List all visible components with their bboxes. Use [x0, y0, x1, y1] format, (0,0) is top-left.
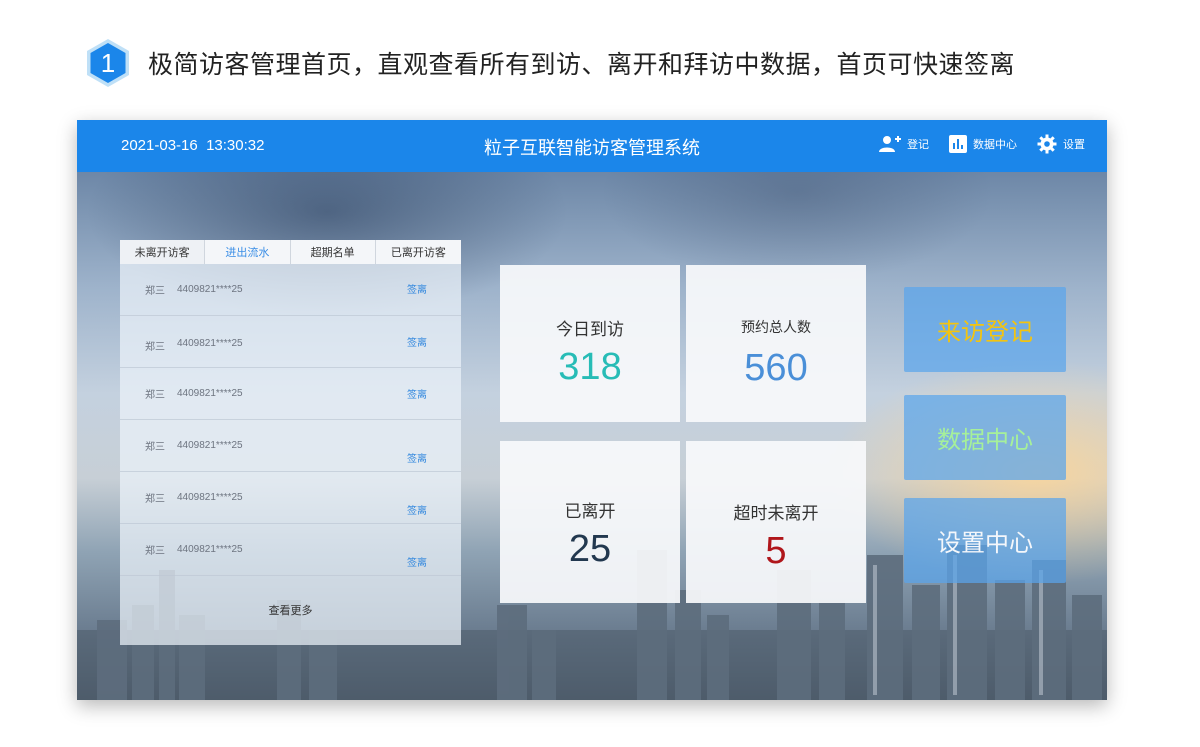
register-action-label: 登记: [907, 138, 929, 151]
stat-card-departed: 已离开 25: [500, 441, 680, 603]
data-center-button[interactable]: 数据中心: [904, 395, 1066, 480]
sign-out-button[interactable]: 签离: [407, 502, 427, 517]
register-action[interactable]: 登记: [879, 135, 929, 153]
stat-value: 318: [558, 346, 622, 388]
app-window: 2021-03-16 13:30:32 粒子互联智能访客管理系统 登记 数据中心…: [77, 120, 1107, 700]
visitor-id: 4409821****25: [177, 388, 243, 399]
bar-chart-icon: [949, 135, 967, 153]
step-badge: 1: [82, 37, 134, 89]
visitor-register-button[interactable]: 来访登记: [904, 287, 1066, 372]
caption: 1 极简访客管理首页，直观查看所有到访、离开和拜访中数据，首页可快速签离: [82, 35, 1015, 91]
stat-card-overtime: 超时未离开 5: [686, 441, 866, 603]
visitor-name: 郑三: [145, 546, 165, 557]
sign-out-button[interactable]: 签离: [407, 450, 427, 465]
caption-text: 极简访客管理首页，直观查看所有到访、离开和拜访中数据，首页可快速签离: [148, 50, 1016, 79]
stat-value: 5: [765, 530, 787, 572]
tab-entry-exit-log[interactable]: 进出流水: [205, 240, 291, 264]
list-item: 郑三 4409821****25 签离: [120, 524, 461, 576]
visitor-list-panel: 未离开访客 进出流水 超期名单 已离开访客 郑三 4409821****25 签…: [120, 240, 461, 645]
gear-icon: [1037, 134, 1057, 154]
stat-value: 25: [568, 528, 612, 570]
sign-out-button[interactable]: 签离: [407, 386, 427, 401]
data-center-action-label: 数据中心: [973, 138, 1017, 151]
visitor-id: 4409821****25: [177, 440, 243, 451]
stat-label: 预约总人数: [741, 320, 811, 336]
tab-overdue-list[interactable]: 超期名单: [290, 240, 376, 264]
data-center-action[interactable]: 数据中心: [949, 135, 1017, 153]
stat-label: 已离开: [564, 502, 616, 522]
visitor-name: 郑三: [145, 442, 165, 453]
sign-out-button[interactable]: 签离: [407, 281, 427, 296]
stat-label: 超时未离开: [733, 504, 819, 524]
header-actions: 登记 数据中心 设置: [859, 134, 1085, 154]
step-number: 1: [100, 47, 116, 78]
visitor-id: 4409821****25: [177, 338, 243, 349]
add-user-icon: [879, 136, 901, 152]
background-scene: 未离开访客 进出流水 超期名单 已离开访客 郑三 4409821****25 签…: [77, 172, 1107, 700]
settings-center-button[interactable]: 设置中心: [904, 498, 1066, 583]
stat-value: 560: [744, 347, 808, 389]
visitor-name: 郑三: [145, 494, 165, 505]
stat-card-today-visits: 今日到访 318: [500, 265, 680, 422]
list-item: 郑三 4409821****25 签离: [120, 264, 461, 316]
view-more-link[interactable]: 查看更多: [120, 602, 461, 618]
settings-action[interactable]: 设置: [1037, 134, 1085, 154]
visitor-id: 4409821****25: [177, 492, 243, 503]
list-tabs: 未离开访客 进出流水 超期名单 已离开访客: [120, 240, 461, 264]
tab-not-departed[interactable]: 未离开访客: [120, 240, 206, 264]
list-item: 郑三 4409821****25 签离: [120, 472, 461, 524]
tab-departed[interactable]: 已离开访客: [375, 240, 461, 264]
visitor-id: 4409821****25: [177, 284, 243, 295]
visitor-name: 郑三: [145, 286, 165, 297]
visitor-name: 郑三: [145, 342, 165, 353]
stat-label: 今日到访: [556, 320, 624, 340]
visitor-id: 4409821****25: [177, 544, 243, 555]
list-item: 郑三 4409821****25 签离: [120, 420, 461, 472]
sign-out-button[interactable]: 签离: [407, 334, 427, 349]
top-bar: 2021-03-16 13:30:32 粒子互联智能访客管理系统 登记 数据中心…: [77, 120, 1107, 172]
visitor-name: 郑三: [145, 390, 165, 401]
sign-out-button[interactable]: 签离: [407, 554, 427, 569]
list-item: 郑三 4409821****25 签离: [120, 368, 461, 420]
list-item: 郑三 4409821****25 签离: [120, 316, 461, 368]
stat-card-reservations: 预约总人数 560: [686, 265, 866, 422]
visitor-list: 郑三 4409821****25 签离 郑三 4409821****25 签离 …: [120, 264, 461, 645]
datetime-display: 2021-03-16 13:30:32: [121, 137, 265, 154]
settings-action-label: 设置: [1063, 138, 1085, 151]
